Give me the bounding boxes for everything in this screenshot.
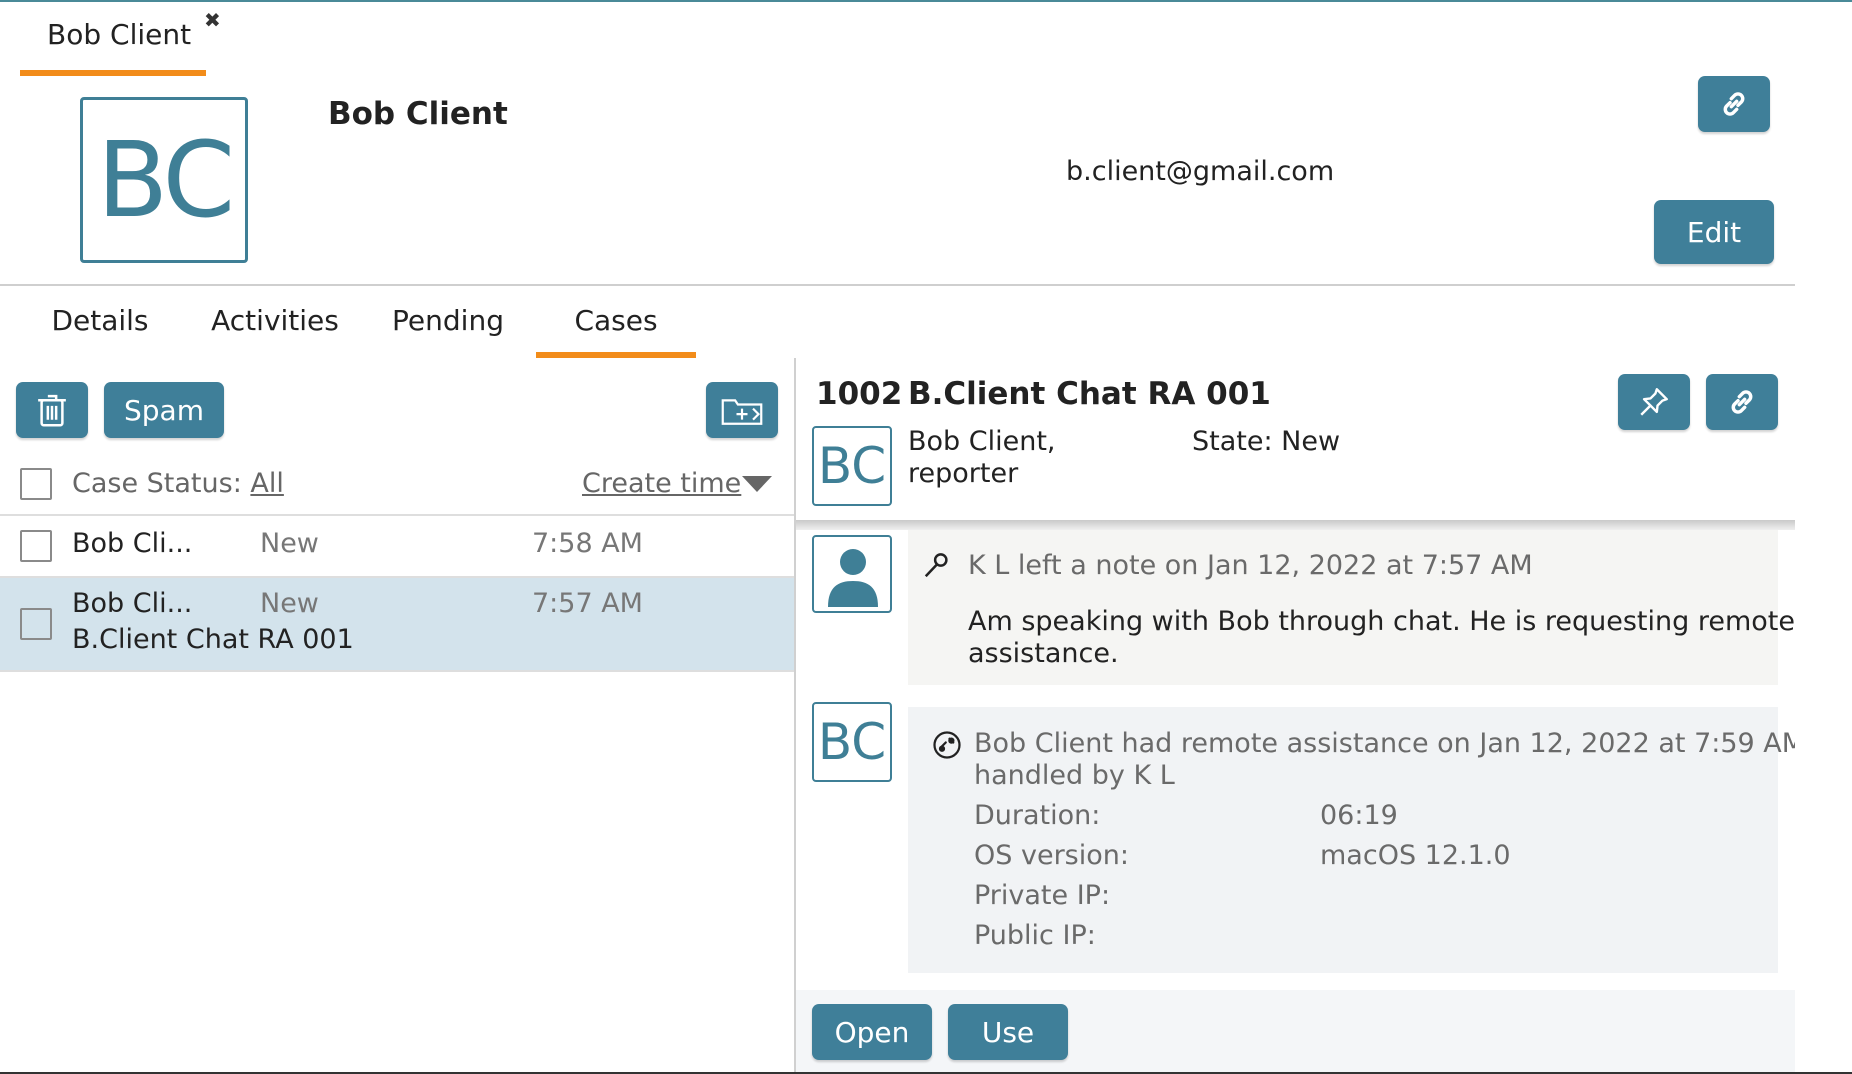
header-divider (0, 284, 1795, 286)
contact-tab[interactable]: Bob Client ✖ (20, 2, 221, 76)
case-row-status: New (260, 528, 319, 559)
note-pin-icon (924, 553, 948, 578)
tab-details[interactable]: Details (40, 302, 160, 358)
note-header: K L left a note on Jan 12, 2022 at 7:57 … (968, 550, 1533, 581)
sort-create-time-link[interactable]: Create time (582, 468, 741, 499)
note-body-line: assistance. (968, 638, 1119, 669)
contact-tab-label: Bob Client (47, 18, 192, 51)
case-row-selected[interactable]: Bob Cli... New 7:57 AM B.Client Chat RA … (0, 578, 794, 670)
client-avatar: BC (812, 702, 892, 782)
case-row-name: Bob Cli... (72, 528, 193, 559)
pin-icon (1640, 388, 1668, 416)
remote-assistance-handler: handled by K L (974, 760, 1175, 791)
trash-icon (38, 394, 66, 427)
tab-pending[interactable]: Pending (388, 302, 508, 358)
use-button[interactable]: Use (948, 1004, 1068, 1060)
case-title: B.Client Chat RA 001 (908, 376, 1271, 412)
sort-arrow-icon[interactable] (742, 476, 772, 492)
open-button[interactable]: Open (812, 1004, 932, 1060)
remote-assistance-icon (933, 731, 961, 759)
tab-cases[interactable]: Cases (536, 302, 696, 358)
reporter-role: reporter (908, 458, 1019, 489)
case-status-value-link[interactable]: All (250, 468, 283, 499)
case-row[interactable]: Bob Cli... New 7:58 AM (0, 516, 794, 576)
os-version-value: macOS 12.1.0 (1320, 840, 1511, 871)
case-header-shadow (796, 520, 1795, 530)
case-footer-bar (796, 990, 1795, 1074)
window-right-edge (1795, 2, 1852, 1074)
public-ip-label: Public IP: (974, 920, 1096, 951)
private-ip-label: Private IP: (974, 880, 1111, 911)
case-row-status: New (260, 588, 319, 619)
tab-label: Activities (211, 304, 339, 337)
reporter-avatar: BC (812, 426, 892, 506)
case-row-name: Bob Cli... (72, 588, 193, 619)
tab-activities[interactable]: Activities (205, 302, 345, 358)
case-row-time: 7:57 AM (532, 588, 643, 619)
contact-window: Bob Client ✖ BC Bob Client b.client@gmai… (0, 0, 1852, 1074)
case-link-button[interactable] (1706, 374, 1778, 430)
delete-button[interactable] (16, 382, 88, 438)
case-row-subject: B.Client Chat RA 001 (72, 624, 354, 655)
case-status-filter: Case Status: All (72, 468, 284, 499)
agent-avatar (812, 535, 892, 613)
reporter-avatar-initials: BC (817, 437, 887, 495)
close-icon[interactable]: ✖ (204, 10, 221, 30)
tab-label: Pending (392, 304, 504, 337)
link-icon (1731, 390, 1753, 414)
tab-label: Details (51, 304, 149, 337)
case-row-checkbox[interactable] (20, 608, 52, 640)
remote-assistance-header: Bob Client had remote assistance on Jan … (974, 728, 1806, 759)
note-body-line: Am speaking with Bob through chat. He is… (968, 606, 1795, 637)
duration-label: Duration: (974, 800, 1101, 831)
contact-name: Bob Client (328, 96, 508, 132)
contact-email: b.client@gmail.com (1066, 156, 1335, 187)
edit-button[interactable]: Edit (1654, 200, 1774, 264)
copy-link-button[interactable] (1698, 76, 1770, 132)
duration-value: 06:19 (1320, 800, 1398, 831)
link-icon (1723, 92, 1745, 116)
case-status-label: Case Status: (72, 468, 242, 499)
pin-button[interactable] (1618, 374, 1690, 430)
new-folder-button[interactable] (706, 382, 778, 438)
person-icon (828, 549, 878, 607)
case-number: 1002 (816, 376, 903, 412)
spam-button[interactable]: Spam (104, 382, 224, 438)
case-row-checkbox[interactable] (20, 530, 52, 562)
os-version-label: OS version: (974, 840, 1129, 871)
select-all-checkbox[interactable] (20, 468, 52, 500)
contact-avatar-initials: BC (96, 119, 235, 241)
case-state: State: New (1192, 426, 1341, 457)
row-separator (0, 670, 794, 672)
client-avatar-initials: BC (817, 713, 887, 771)
contact-avatar: BC (80, 97, 248, 263)
folder-plus-icon (721, 399, 763, 425)
case-row-time: 7:58 AM (532, 528, 643, 559)
tab-label: Cases (574, 304, 658, 337)
reporter-name: Bob Client, (908, 426, 1056, 457)
